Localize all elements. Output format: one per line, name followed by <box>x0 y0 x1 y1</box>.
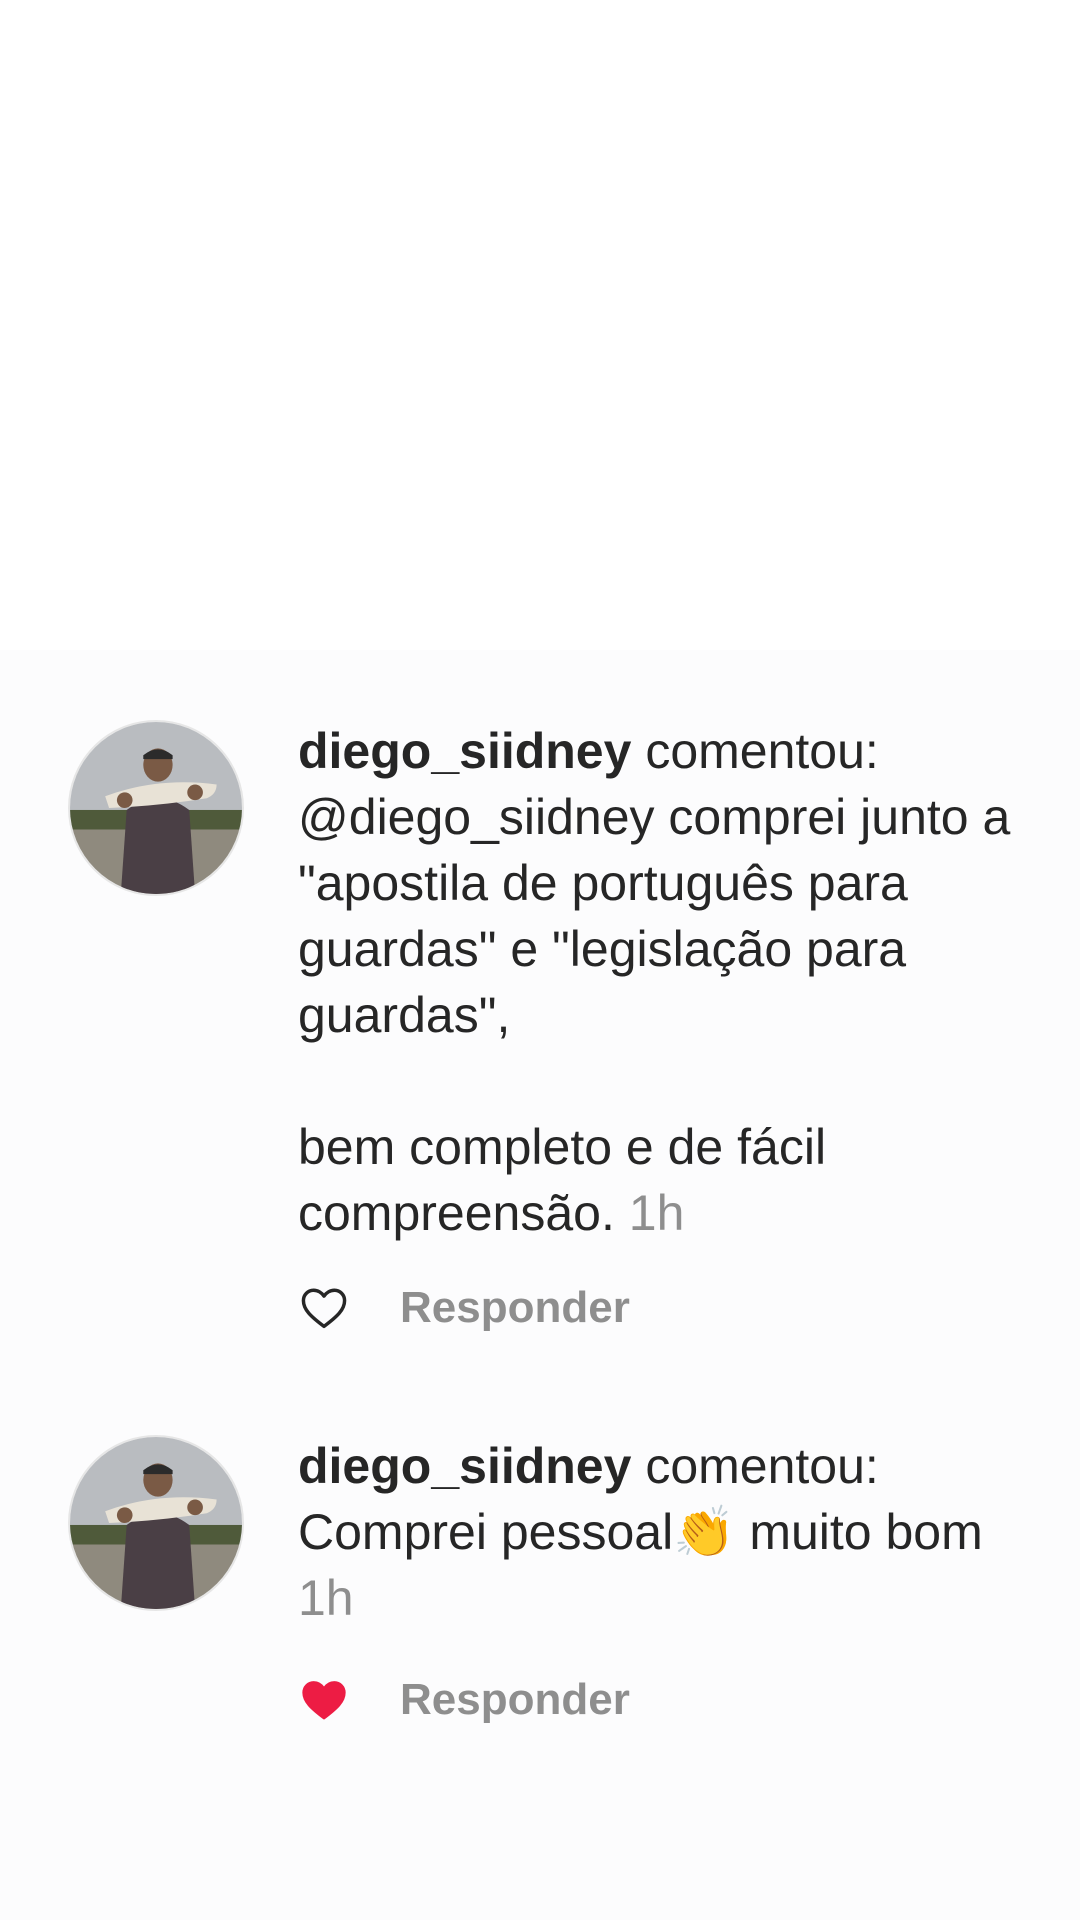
heart-filled-icon[interactable] <box>298 1674 350 1726</box>
comment-username[interactable]: diego_siidney <box>298 1438 631 1494</box>
comment-body-continued: muito bom <box>735 1504 983 1560</box>
avatar-photo <box>70 722 242 894</box>
clapping-hands-icon: 👏 <box>673 1503 736 1561</box>
heart-outline-icon[interactable] <box>298 1282 350 1334</box>
comment-username[interactable]: diego_siidney <box>298 723 631 779</box>
reply-button[interactable]: Responder <box>400 1283 630 1333</box>
comment-actions: Responder <box>298 1278 630 1338</box>
comment-body: @diego_siidney comprei junto a "apostila… <box>298 789 1011 1241</box>
reply-button[interactable]: Responder <box>400 1675 630 1725</box>
comment-text: diego_siidney comentou: @diego_siidney c… <box>298 718 1038 1246</box>
comment-body: Comprei pessoal <box>298 1504 674 1560</box>
avatar[interactable] <box>68 720 244 896</box>
comment-verb: comentou: <box>645 723 879 779</box>
blank-top-area <box>0 0 1080 650</box>
avatar-photo <box>70 1437 242 1609</box>
avatar[interactable] <box>68 1435 244 1611</box>
comment-text: diego_siidney comentou: Comprei pessoal👏… <box>298 1433 1038 1631</box>
comment-timestamp: 1h <box>298 1570 354 1626</box>
comment-verb: comentou: <box>645 1438 879 1494</box>
comment-timestamp: 1h <box>628 1185 685 1241</box>
comment-actions: Responder <box>298 1670 630 1730</box>
